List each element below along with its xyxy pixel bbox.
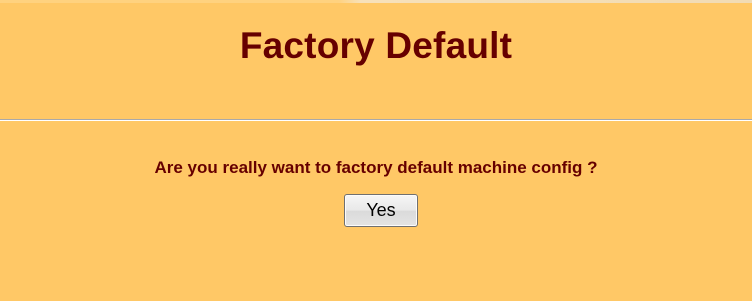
confirm-message: Are you really want to factory default m…	[154, 158, 598, 177]
page-header: Factory Default	[0, 3, 752, 118]
header-divider	[0, 119, 752, 121]
page-title: Factory Default	[239, 25, 513, 66]
yes-button[interactable]: Yes	[344, 194, 418, 227]
